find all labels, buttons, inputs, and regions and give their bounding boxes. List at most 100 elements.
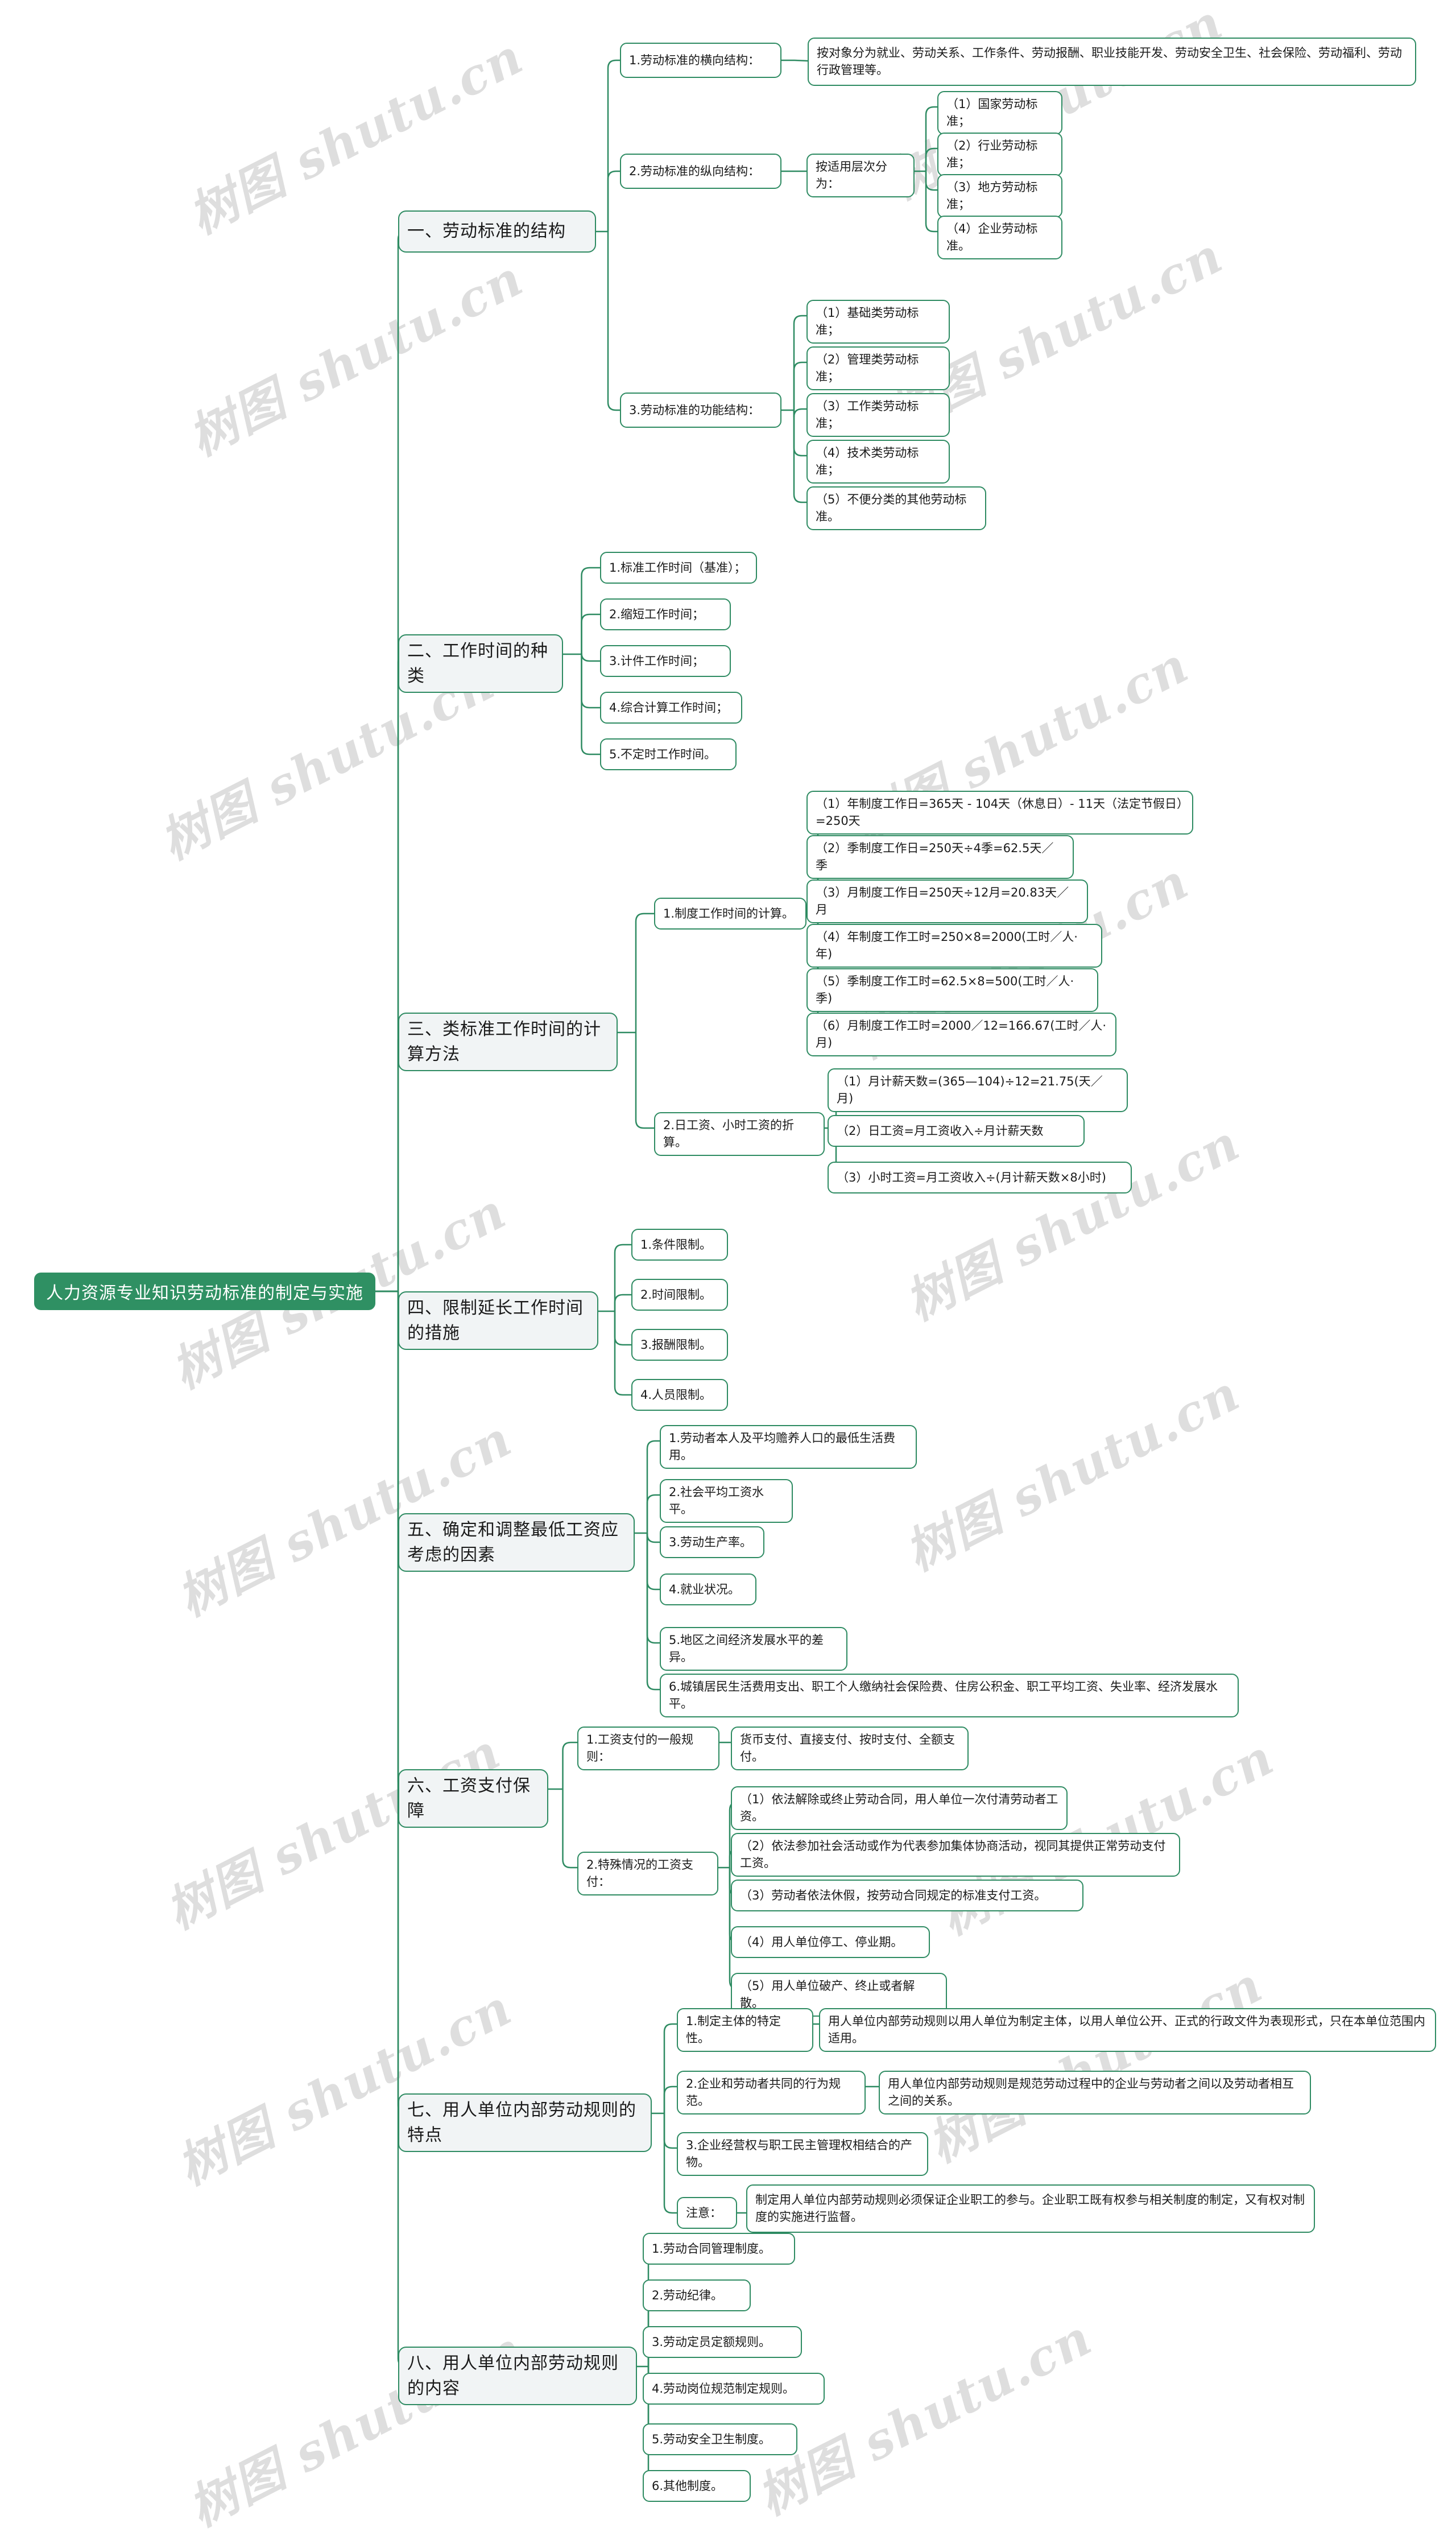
node-label: （5）季制度工作工时=62.5×8=500(工时／人·季) — [816, 974, 1074, 1006]
node-label: 3.计件工作时间； — [609, 654, 705, 668]
node-label: 用人单位内部劳动规则是规范劳动过程中的企业与劳动者之间以及劳动者相互之间的关系。 — [888, 2077, 1294, 2108]
node-label: 货币支付、直接支付、按时支付、全额支付。 — [740, 1733, 955, 1764]
topic-node[interactable]: 注意： — [677, 2197, 737, 2229]
topic-node[interactable]: 4.综合计算工作时间； — [600, 692, 742, 724]
node-label: （1）月计薪天数=(365—104)÷12=21.75(天／月) — [837, 1075, 1103, 1106]
topic-node[interactable]: （3）月制度工作日=250天÷12月=20.83天／月 — [806, 879, 1088, 923]
topic-node[interactable]: 1.劳动者本人及平均赡养人口的最低生活费用。 — [660, 1425, 917, 1469]
topic-node[interactable]: 1.制度工作时间的计算。 — [654, 898, 806, 930]
node-label: （3）月制度工作日=250天÷12月=20.83天／月 — [816, 886, 1069, 917]
branch-node[interactable]: 五、确定和调整最低工资应考虑的因素 — [398, 1513, 635, 1572]
root-node[interactable]: 人力资源专业知识劳动标准的制定与实施 — [34, 1273, 375, 1310]
node-label: 3.劳动生产率。 — [669, 1535, 752, 1549]
topic-node[interactable]: 5.地区之间经济发展水平的差异。 — [660, 1627, 847, 1671]
topic-node[interactable]: 按对象分为就业、劳动关系、工作条件、劳动报酬、职业技能开发、劳动安全卫生、社会保… — [808, 38, 1416, 86]
node-label: 5.地区之间经济发展水平的差异。 — [669, 1633, 824, 1665]
topic-node[interactable]: （2）日工资=月工资收入÷月计薪天数 — [828, 1115, 1085, 1147]
node-label: （4）用人单位停工、停业期。 — [740, 1935, 903, 1949]
topic-node[interactable]: 用人单位内部劳动规则以用人单位为制定主体，以用人单位公开、正式的行政文件为表现形… — [819, 2008, 1436, 2052]
node-label: 2.劳动标准的纵向结构： — [629, 164, 760, 178]
node-label: 1.条件限制。 — [640, 1237, 712, 1252]
topic-node[interactable]: 5.不定时工作时间。 — [600, 738, 737, 770]
topic-node[interactable]: （1）基础类劳动标准； — [806, 300, 950, 344]
topic-node[interactable]: 制定用人单位内部劳动规则必须保证企业职工的参与。企业职工既有权参与相关制度的制定… — [746, 2184, 1315, 2233]
node-label: 七、用人单位内部劳动规则的特点 — [407, 2100, 636, 2145]
topic-node[interactable]: 5.劳动安全卫生制度。 — [643, 2423, 797, 2455]
node-label: 2.时间限制。 — [640, 1287, 712, 1302]
topic-node[interactable]: 1.工资支付的一般规则： — [577, 1727, 719, 1770]
node-label: 4.劳动岗位规范制定规则。 — [652, 2381, 795, 2396]
topic-node[interactable]: （1）依法解除或终止劳动合同，用人单位一次付清劳动者工资。 — [731, 1786, 1068, 1830]
topic-node[interactable]: 2.企业和劳动者共同的行为规范。 — [677, 2071, 866, 2114]
node-label: 2.社会平均工资水平。 — [669, 1485, 764, 1517]
topic-node[interactable]: （4）企业劳动标准。 — [937, 216, 1062, 259]
topic-node[interactable]: 2.特殊情况的工资支付： — [577, 1852, 718, 1895]
topic-node[interactable]: 4.人员限制。 — [631, 1379, 728, 1411]
topic-node[interactable]: 2.劳动纪律。 — [643, 2279, 751, 2311]
topic-node[interactable]: 3.企业经营权与职工民主管理权相结合的产物。 — [677, 2132, 928, 2176]
topic-node[interactable]: 按适用层次分为： — [806, 154, 915, 197]
topic-node[interactable]: （4）年制度工作工时=250×8=2000(工时／人·年) — [806, 924, 1102, 968]
node-label: 六、工资支付保障 — [407, 1776, 531, 1821]
topic-node[interactable]: （3）工作类劳动标准； — [806, 393, 950, 437]
node-label: 2.企业和劳动者共同的行为规范。 — [686, 2077, 841, 2108]
topic-node[interactable]: 1.劳动合同管理制度。 — [643, 2233, 795, 2265]
node-label: 5.不定时工作时间。 — [609, 747, 717, 761]
topic-node[interactable]: 3.劳动生产率。 — [660, 1526, 764, 1558]
topic-node[interactable]: 货币支付、直接支付、按时支付、全额支付。 — [731, 1727, 969, 1770]
node-label: 注意： — [686, 2206, 722, 2220]
topic-node[interactable]: 用人单位内部劳动规则是规范劳动过程中的企业与劳动者之间以及劳动者相互之间的关系。 — [879, 2071, 1311, 2114]
topic-node[interactable]: （4）技术类劳动标准； — [806, 440, 950, 484]
topic-node[interactable]: （4）用人单位停工、停业期。 — [731, 1926, 930, 1958]
branch-node[interactable]: 三、类标准工作时间的计算方法 — [398, 1013, 618, 1071]
branch-node[interactable]: 六、工资支付保障 — [398, 1769, 548, 1828]
node-label: 5.劳动安全卫生制度。 — [652, 2432, 771, 2446]
topic-node[interactable]: 4.就业状况。 — [660, 1573, 756, 1605]
node-label: 1.制度工作时间的计算。 — [663, 906, 795, 920]
topic-node[interactable]: （5）季制度工作工时=62.5×8=500(工时／人·季) — [806, 968, 1098, 1012]
topic-node[interactable]: （6）月制度工作工时=2000／12=166.67(工时／人·月) — [806, 1013, 1116, 1056]
branch-node[interactable]: 二、工作时间的种类 — [398, 634, 563, 693]
branch-node[interactable]: 七、用人单位内部劳动规则的特点 — [398, 2093, 652, 2152]
topic-node[interactable]: （1）月计薪天数=(365—104)÷12=21.75(天／月) — [828, 1068, 1128, 1112]
topic-node[interactable]: 3.劳动标准的功能结构： — [620, 393, 781, 428]
node-label: 3.企业经营权与职工民主管理权相结合的产物。 — [686, 2138, 913, 2170]
topic-node[interactable]: （1）国家劳动标准； — [937, 91, 1062, 135]
topic-node[interactable]: （3）小时工资=月工资收入÷(月计薪天数×8小时) — [828, 1162, 1132, 1193]
node-label: 四、限制延长工作时间的措施 — [407, 1298, 584, 1343]
branch-node[interactable]: 一、劳动标准的结构 — [398, 210, 596, 253]
topic-node[interactable]: 2.日工资、小时工资的折算。 — [654, 1112, 825, 1156]
topic-node[interactable]: 3.报酬限制。 — [631, 1329, 728, 1361]
topic-node[interactable]: （3）地方劳动标准； — [937, 174, 1062, 218]
topic-node[interactable]: （3）劳动者依法休假，按劳动合同规定的标准支付工资。 — [731, 1880, 1083, 1911]
topic-node[interactable]: 4.劳动岗位规范制定规则。 — [643, 2373, 825, 2405]
topic-node[interactable]: （2）依法参加社会活动或作为代表参加集体协商活动，视同其提供正常劳动支付工资。 — [731, 1833, 1180, 1877]
topic-node[interactable]: 3.劳动定员定额规则。 — [643, 2326, 802, 2358]
branch-node[interactable]: 八、用人单位内部劳动规则的内容 — [398, 2347, 637, 2405]
topic-node[interactable]: 2.缩短工作时间； — [600, 598, 731, 630]
node-label: （1）依法解除或终止劳动合同，用人单位一次付清劳动者工资。 — [740, 1793, 1058, 1824]
node-label: （1）国家劳动标准； — [946, 97, 1038, 129]
topic-node[interactable]: 1.劳动标准的横向结构： — [620, 43, 781, 78]
topic-node[interactable]: 2.社会平均工资水平。 — [660, 1479, 793, 1523]
topic-node[interactable]: 2.时间限制。 — [631, 1279, 728, 1311]
topic-node[interactable]: 2.劳动标准的纵向结构： — [620, 154, 781, 189]
node-label: （2）管理类劳动标准； — [816, 353, 919, 384]
branch-node[interactable]: 四、限制延长工作时间的措施 — [398, 1291, 598, 1350]
topic-node[interactable]: （2）行业劳动标准； — [937, 133, 1062, 176]
topic-node[interactable]: 1.标准工作时间（基准）； — [600, 552, 757, 584]
topic-node[interactable]: 6.其他制度。 — [643, 2470, 751, 2502]
topic-node[interactable]: （1）年制度工作日=365天 - 104天（休息日）- 11天（法定节假日）=2… — [806, 791, 1193, 835]
mindmap-canvas[interactable]: 人力资源专业知识劳动标准的制定与实施 一、劳动标准的结构 1.劳动标准的横向结构：… — [0, 0, 1456, 2540]
node-label: （3）劳动者依法休假，按劳动合同规定的标准支付工资。 — [740, 1888, 1046, 1902]
topic-node[interactable]: （2）管理类劳动标准； — [806, 346, 950, 390]
node-label: 1.制定主体的特定性。 — [686, 2014, 781, 2046]
topic-node[interactable]: 3.计件工作时间； — [600, 645, 731, 677]
topic-node[interactable]: 6.城镇居民生活费用支出、职工个人缴纳社会保险费、住房公积金、职工平均工资、失业… — [660, 1674, 1239, 1717]
node-label: （2）依法参加社会活动或作为代表参加集体协商活动，视同其提供正常劳动支付工资。 — [740, 1839, 1166, 1870]
topic-node[interactable]: 1.制定主体的特定性。 — [677, 2008, 813, 2052]
topic-node[interactable]: 1.条件限制。 — [631, 1229, 728, 1261]
topic-node[interactable]: （5）不便分类的其他劳动标准。 — [806, 486, 986, 530]
topic-node[interactable]: （2）季制度工作日=250天÷4季=62.5天／季 — [806, 835, 1074, 879]
node-label: 1.标准工作时间（基准）； — [609, 560, 746, 575]
